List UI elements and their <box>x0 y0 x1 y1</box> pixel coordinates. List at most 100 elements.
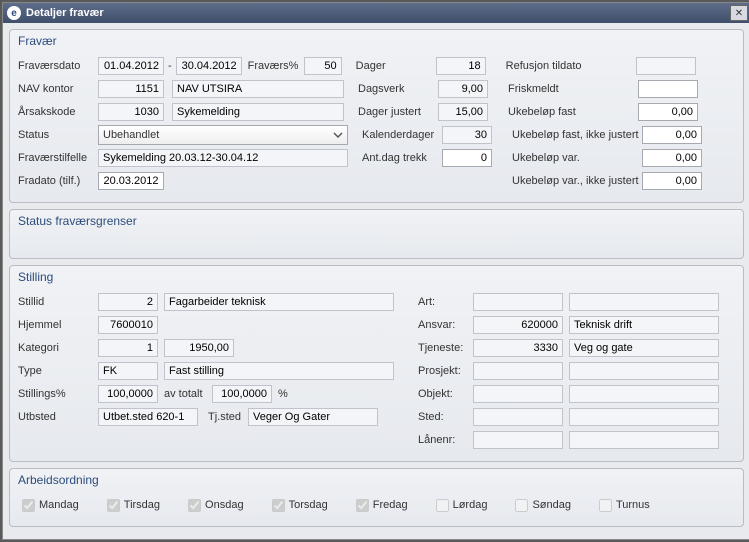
field-fradato[interactable] <box>98 172 164 190</box>
field-ukebelop-fast[interactable] <box>638 103 698 121</box>
label-ukebelop-var-ij: Ukebeløp var., ikke justert <box>512 175 642 187</box>
label-sted: Sted: <box>418 411 473 423</box>
label-dager-justert: Dager justert <box>358 106 438 118</box>
label-fravaerstilfelle: Fraværstilfelle <box>18 152 98 164</box>
field-stillid <box>98 293 158 311</box>
check-lordag[interactable]: Lørdag <box>436 499 488 512</box>
label-ukebelop-fast: Ukebeløp fast <box>508 106 638 118</box>
label-nav: NAV kontor <box>18 83 98 95</box>
label-fravaersdato: Fraværsdato <box>18 60 98 72</box>
group-title-status-fg: Status fraværsgrenser <box>18 214 735 230</box>
field-type-navn <box>164 362 394 380</box>
check-sondag[interactable]: Søndag <box>515 499 571 512</box>
label-hjemmel: Hjemmel <box>18 319 98 331</box>
check-torsdag[interactable]: Torsdag <box>272 499 328 512</box>
field-aarsak-kode[interactable] <box>98 103 164 121</box>
label-ansvar: Ansvar: <box>418 319 473 331</box>
check-fredag[interactable]: Fredag <box>356 499 408 512</box>
field-stillid-navn <box>164 293 394 311</box>
label-prosjekt: Prosjekt: <box>418 365 473 377</box>
field-ukebelop-var[interactable] <box>642 149 702 167</box>
group-status-fg: Status fraværsgrenser <box>9 209 744 259</box>
field-lanenr[interactable] <box>473 431 563 449</box>
field-fravaerstilfelle <box>98 149 348 167</box>
label-lanenr: Lånenr: <box>418 434 473 446</box>
field-tjeneste-navn <box>569 339 719 357</box>
label-dager: Dager <box>356 60 436 72</box>
group-fravaer: Fravær Fraværsdato - Fraværs% Dager Refu… <box>9 29 744 203</box>
field-aarsak-navn <box>172 103 344 121</box>
field-type-kode <box>98 362 158 380</box>
field-dato-til[interactable] <box>176 57 242 75</box>
label-ukebelop-var: Ukebeløp var. <box>512 152 642 164</box>
check-turnus[interactable]: Turnus <box>599 499 650 512</box>
field-prosjekt[interactable] <box>473 362 563 380</box>
field-nav-navn <box>172 80 344 98</box>
field-sted[interactable] <box>473 408 563 426</box>
group-title-fravaer: Fravær <box>18 34 735 50</box>
check-tirsdag[interactable]: Tirsdag <box>107 499 160 512</box>
select-status[interactable]: Ubehandlet <box>98 125 348 145</box>
field-prosjekt-navn <box>569 362 719 380</box>
label-stillid: Stillid <box>18 296 98 308</box>
field-kalenderdager <box>442 126 492 144</box>
close-icon: ✕ <box>735 8 743 19</box>
field-ansvar[interactable] <box>473 316 563 334</box>
label-dagsverk: Dagsverk <box>358 83 438 95</box>
group-stilling: Stilling Stillid Hjemmel Kategori <box>9 265 744 462</box>
field-fravaerspct[interactable] <box>304 57 342 75</box>
group-arbeidsordning: Arbeidsordning Mandag Tirsdag Onsdag Tor… <box>9 468 744 527</box>
window-title: Detaljer fravær <box>26 7 730 19</box>
pct-sign: % <box>278 388 288 400</box>
field-tjsted <box>248 408 378 426</box>
field-dagsverk <box>438 80 488 98</box>
field-utbsted <box>98 408 198 426</box>
field-art[interactable] <box>473 293 563 311</box>
label-tjsted: Tj.sted <box>208 411 248 423</box>
field-hjemmel <box>98 316 158 334</box>
field-objekt-navn <box>569 385 719 403</box>
label-kategori: Kategori <box>18 342 98 354</box>
label-stillingspct: Stillings% <box>18 388 98 400</box>
label-tjeneste: Tjeneste: <box>418 342 473 354</box>
field-antdag[interactable] <box>442 149 492 167</box>
label-avtotalt: av totalt <box>164 388 212 400</box>
field-ansvar-navn <box>569 316 719 334</box>
date-sep: - <box>168 60 172 72</box>
label-fravaerspct: Fraværs% <box>248 60 304 72</box>
label-kalenderdager: Kalenderdager <box>362 129 442 141</box>
field-sted-navn <box>569 408 719 426</box>
field-dager-justert <box>438 103 488 121</box>
label-ukebelop-fast-ij: Ukebeløp fast, ikke justert <box>512 129 642 141</box>
label-status: Status <box>18 129 98 141</box>
chevron-down-icon <box>331 128 345 142</box>
select-status-value: Ubehandlet <box>103 129 159 141</box>
label-aarsak: Årsakskode <box>18 106 98 118</box>
field-dager <box>436 57 486 75</box>
label-antdag: Ant.dag trekk <box>362 152 442 164</box>
field-totalt <box>212 385 272 403</box>
field-art-navn <box>569 293 719 311</box>
label-objekt: Objekt: <box>418 388 473 400</box>
group-title-stilling: Stilling <box>18 270 735 286</box>
field-dato-fra[interactable] <box>98 57 164 75</box>
label-art: Art: <box>418 296 473 308</box>
label-utbsted: Utbsted <box>18 411 98 423</box>
field-refusjon[interactable] <box>636 57 696 75</box>
field-friskmeldt[interactable] <box>638 80 698 98</box>
field-kategori <box>98 339 158 357</box>
check-onsdag[interactable]: Onsdag <box>188 499 244 512</box>
titlebar: e Detaljer fravær ✕ <box>3 3 749 23</box>
close-button[interactable]: ✕ <box>730 5 748 21</box>
field-ukebelop-var-ij[interactable] <box>642 172 702 190</box>
field-stillingspct <box>98 385 158 403</box>
label-fradato: Fradato (tilf.) <box>18 175 98 187</box>
field-nav-kode[interactable] <box>98 80 164 98</box>
field-ukebelop-fast-ij[interactable] <box>642 126 702 144</box>
check-mandag[interactable]: Mandag <box>22 499 79 512</box>
field-tjeneste[interactable] <box>473 339 563 357</box>
field-kategori-v <box>164 339 234 357</box>
label-friskmeldt: Friskmeldt <box>508 83 638 95</box>
field-objekt[interactable] <box>473 385 563 403</box>
label-type: Type <box>18 365 98 377</box>
